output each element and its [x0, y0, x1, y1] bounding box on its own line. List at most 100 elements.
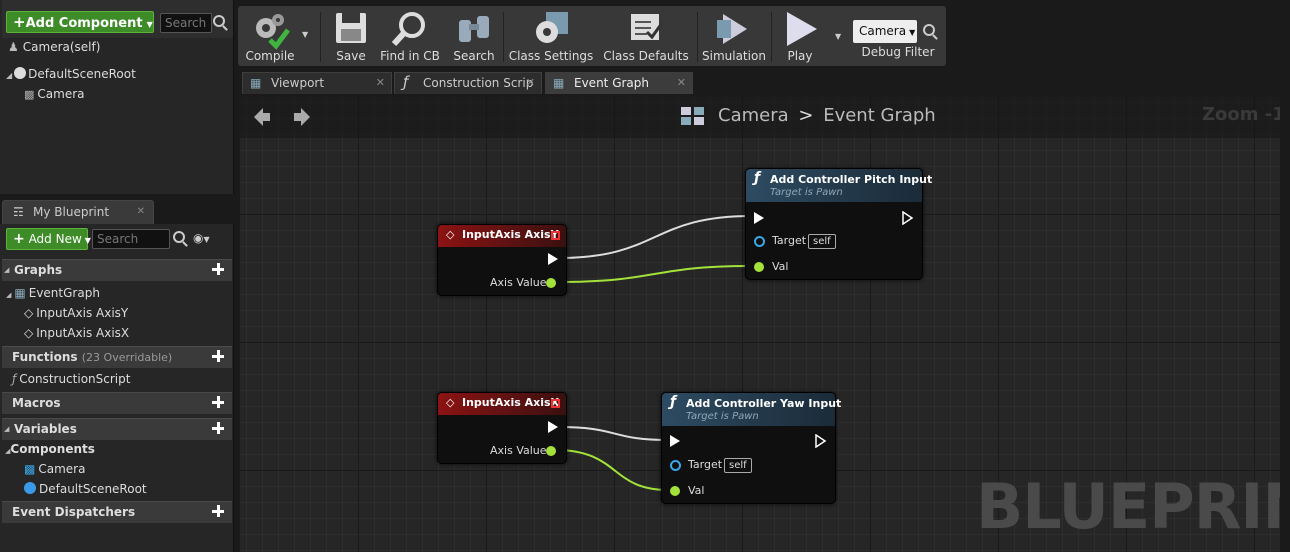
category-event-dispatchers[interactable]: Event Dispatchers [2, 501, 232, 523]
event-graph-canvas[interactable]: Camera > Event Graph Zoom -1 ◇ InputAxis … [240, 96, 1280, 552]
collapse-arrow-icon: ◢ [4, 266, 10, 274]
tree-item-defaultsceneroot[interactable]: ◢ DefaultSceneRoot [6, 65, 136, 83]
class-defaults-checklist-icon [631, 14, 664, 40]
search-button[interactable]: Search [450, 6, 498, 66]
target-self-value[interactable]: self [724, 458, 752, 473]
search-icon[interactable] [172, 231, 190, 249]
target-pin[interactable] [754, 236, 765, 247]
category-functions[interactable]: Functions (23 Overridable) [2, 346, 232, 368]
graph-item-eventgraph[interactable]: ◢ ▦ EventGraph [6, 284, 100, 302]
debug-search-icon[interactable] [922, 24, 938, 40]
simulation-icon [717, 14, 747, 44]
exec-out-pin[interactable] [548, 253, 558, 265]
target-pin[interactable] [670, 460, 681, 471]
node-inputaxis-axis-y[interactable]: ◇ InputAxis AxisY Axis Value [437, 224, 567, 296]
right-scrollbar[interactable] [1281, 0, 1290, 552]
val-pin[interactable] [670, 486, 680, 496]
category-graphs[interactable]: ◢ Graphs [2, 259, 232, 281]
close-tab-icon[interactable]: ✕ [526, 73, 535, 93]
component-self-item[interactable]: ♟ Camera(self) [8, 38, 100, 56]
event-graph-icon: ▦ [553, 76, 565, 90]
add-macro-icon[interactable] [212, 396, 224, 408]
graph-item-axis-y[interactable]: ◇ InputAxis AxisY [24, 304, 128, 322]
play-button[interactable]: Play [774, 6, 826, 66]
delegate-pin-icon[interactable] [551, 231, 560, 240]
tab-my-blueprint[interactable]: ☶ My Blueprint ✕ [2, 200, 154, 224]
scene-component-icon [24, 482, 36, 494]
compile-button[interactable]: Compile [242, 6, 298, 66]
node-add-controller-yaw-input[interactable]: ƒ Add Controller Yaw Input Target is Pawn … [661, 392, 841, 504]
simulation-button[interactable]: Simulation [702, 6, 766, 66]
collapse-arrow-icon: ◢ [4, 425, 10, 433]
dropdown-arrow-icon: ▼ [909, 28, 916, 37]
target-label: Target [688, 458, 723, 471]
toolbar-separator [771, 12, 772, 62]
camera-icon: ▩ [24, 88, 35, 101]
exec-out-pin[interactable] [902, 211, 914, 225]
float-wire-axis-y [554, 265, 751, 283]
axis-value-label: Axis Value [490, 276, 547, 289]
close-tab-icon[interactable]: ✕ [137, 201, 145, 223]
blueprint-search-input[interactable]: Search [92, 229, 170, 249]
exec-in-pin[interactable] [754, 212, 764, 224]
exec-wire-axis-y [557, 215, 753, 259]
play-options-arrow-icon[interactable]: ▼ [835, 32, 841, 41]
node-header: ◇ InputAxis AxisX [438, 393, 566, 415]
node-inputaxis-axis-x[interactable]: ◇ InputAxis AxisX Axis Value [437, 392, 567, 464]
collapse-arrow-icon: ◢ [6, 71, 13, 80]
class-settings-button[interactable]: Class Settings [508, 6, 594, 66]
add-variable-icon[interactable] [212, 422, 224, 434]
class-defaults-button[interactable]: Class Defaults [602, 6, 690, 66]
close-tab-icon[interactable]: ✕ [677, 73, 686, 93]
add-component-button[interactable]: +Add Component ▼ [6, 11, 154, 33]
axis-value-pin[interactable] [546, 446, 556, 456]
variable-item-camera[interactable]: ▩ Camera [24, 460, 85, 478]
category-variables[interactable]: ◢ Variables [2, 418, 232, 440]
exec-out-pin[interactable] [548, 421, 558, 433]
axis-value-pin[interactable] [546, 278, 556, 288]
add-dispatcher-icon[interactable] [212, 505, 224, 517]
node-add-controller-pitch-input[interactable]: ƒ Add Controller Pitch Input Target is Paw… [745, 168, 932, 280]
class-settings-gear-icon [536, 12, 568, 43]
target-label: Target [772, 234, 807, 247]
function-item-constructionscript[interactable]: ƒ ConstructionScript [12, 370, 130, 388]
variable-item-defaultsceneroot[interactable]: DefaultSceneRoot [24, 480, 147, 498]
collapse-arrow-icon: ◢ [6, 291, 12, 299]
subcategory-components[interactable]: ◢Components [5, 440, 95, 458]
add-graph-icon[interactable] [212, 263, 224, 275]
debug-object-select[interactable]: Camera ▼ [853, 20, 917, 43]
debug-filter-label: Debug Filter [861, 45, 935, 59]
tab-viewport[interactable]: ▦ Viewport ✕ [242, 72, 392, 94]
plus-icon: + [13, 231, 25, 247]
plus-icon: + [13, 13, 26, 31]
toolbar-separator [503, 12, 504, 62]
exec-out-pin[interactable] [815, 434, 827, 448]
add-function-icon[interactable] [212, 350, 224, 362]
tab-event-graph[interactable]: ▦ Event Graph ✕ [545, 72, 693, 94]
graph-item-axis-x[interactable]: ◇ InputAxis AxisX [24, 324, 129, 342]
target-self-value[interactable]: self [808, 234, 836, 249]
camera-component-icon: ▩ [24, 462, 36, 476]
val-label: Val [772, 260, 789, 273]
val-pin[interactable] [754, 262, 764, 272]
magnifier-icon [391, 12, 425, 47]
save-button[interactable]: Save [328, 6, 374, 66]
category-macros[interactable]: Macros [2, 392, 232, 414]
find-in-cb-button[interactable]: Find in CB [378, 6, 442, 66]
tab-construction-script[interactable]: ƒ Construction Scrip ✕ [394, 72, 542, 94]
close-tab-icon[interactable]: ✕ [376, 73, 385, 93]
blueprint-watermark: BLUEPRINT [976, 470, 1280, 543]
eye-visibility-icon[interactable]: ◉▼ [193, 231, 225, 247]
exec-wire-axis-x [557, 426, 669, 441]
search-icon[interactable] [212, 15, 230, 33]
exec-in-pin[interactable] [670, 435, 680, 447]
function-icon: ƒ [12, 372, 17, 386]
tree-item-camera[interactable]: ▩ Camera [24, 85, 85, 103]
compile-options-arrow-icon[interactable]: ▼ [302, 30, 308, 39]
add-new-button[interactable]: + Add New ▼ [6, 228, 91, 250]
play-icon [787, 12, 817, 46]
component-search-input[interactable]: Search [160, 13, 212, 33]
viewport-icon: ▦ [250, 76, 262, 90]
delegate-pin-icon[interactable] [551, 399, 560, 408]
binoculars-icon [459, 16, 489, 42]
